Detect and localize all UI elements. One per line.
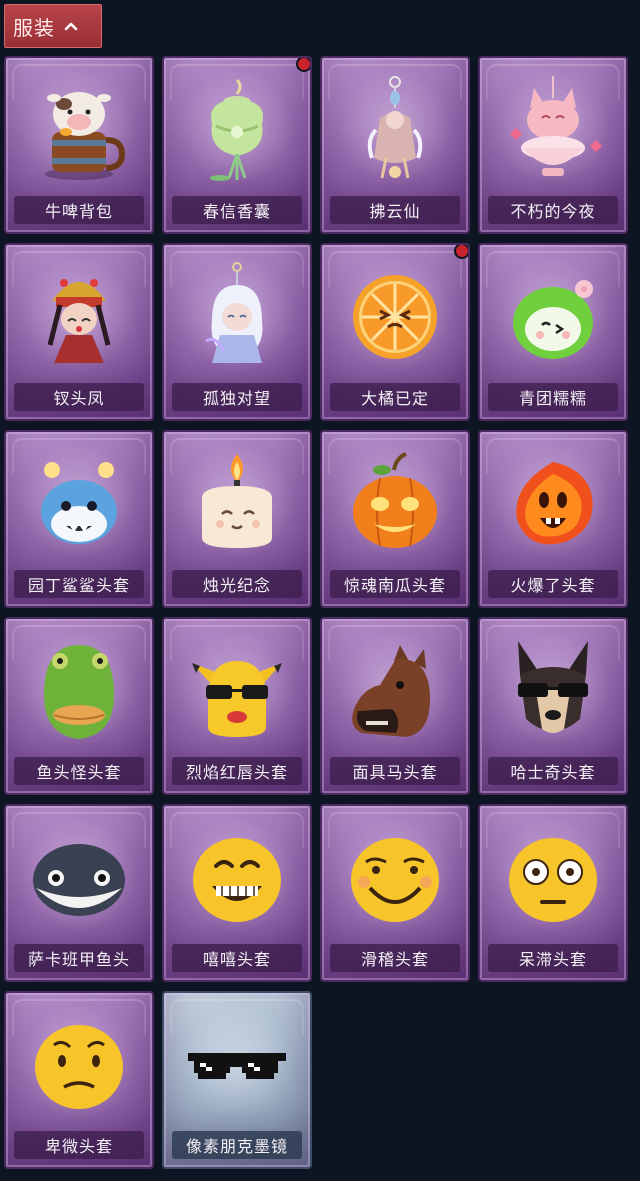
costume-card[interactable]: 园丁鲨鲨头套 xyxy=(4,430,154,608)
costume-card[interactable]: 火爆了头套 xyxy=(478,430,628,608)
costume-label: 呆滞头套 xyxy=(518,950,587,969)
costume-card[interactable]: 呆滞头套 xyxy=(478,804,628,982)
orange-slice-icon xyxy=(340,261,450,373)
costume-label: 鱼头怪头套 xyxy=(36,763,122,782)
costume-card[interactable]: 鱼头怪头套 xyxy=(4,617,154,795)
costume-card[interactable]: 春信香囊 xyxy=(162,56,312,234)
costume-label: 像素朋克墨镜 xyxy=(185,1137,288,1156)
costume-label: 拂云仙 xyxy=(369,202,421,221)
costume-card[interactable]: 萨卡班甲鱼头 xyxy=(4,804,154,982)
costume-label: 钗头凤 xyxy=(53,389,105,408)
costume-label: 园丁鲨鲨头套 xyxy=(27,576,130,595)
category-header-button[interactable]: 服装 xyxy=(4,4,102,48)
costume-label: 嘻嘻头套 xyxy=(202,950,271,969)
cow-beer-backpack-icon xyxy=(24,74,134,186)
horse-mask-icon xyxy=(340,635,450,747)
green-rice-ball-icon xyxy=(498,261,608,373)
husky-mask-icon xyxy=(498,635,608,747)
costume-label: 哈士奇头套 xyxy=(510,763,596,782)
pink-cat-bowl-icon xyxy=(498,74,608,186)
costume-label: 滑稽头套 xyxy=(360,950,429,969)
shark-head-icon xyxy=(24,448,134,560)
category-title: 服装 xyxy=(13,15,55,40)
pixel-sunglasses-icon xyxy=(182,1009,292,1121)
costume-card[interactable]: 哈士奇头套 xyxy=(478,617,628,795)
costume-card[interactable]: 钗头凤 xyxy=(4,243,154,421)
fairy-charm-icon xyxy=(340,74,450,186)
costume-label: 牛啤背包 xyxy=(44,202,113,221)
fire-head-icon xyxy=(498,448,608,560)
costume-label: 大橘已定 xyxy=(360,389,429,408)
grin-emoji-icon xyxy=(182,822,292,934)
costume-card[interactable]: 像素朋克墨镜 xyxy=(162,991,312,1169)
costume-card[interactable]: 滑稽头套 xyxy=(320,804,470,982)
costume-label: 春信香囊 xyxy=(202,202,271,221)
costume-label: 火爆了头套 xyxy=(510,576,596,595)
costume-label: 孤独对望 xyxy=(202,389,271,408)
pumpkin-head-icon xyxy=(340,448,450,560)
costume-label: 面具马头套 xyxy=(352,763,438,782)
white-hair-doll-icon xyxy=(182,261,292,373)
costume-card[interactable]: 面具马头套 xyxy=(320,617,470,795)
costume-label: 萨卡班甲鱼头 xyxy=(27,950,130,969)
costume-card[interactable]: 卑微头套 xyxy=(4,991,154,1169)
costume-grid: 牛啤背包 春信香囊 拂云仙 不朽的今夜 钗头凤 孤独对望 大橘已定 青团糯糯 园… xyxy=(4,56,628,1169)
smirk-emoji-icon xyxy=(340,822,450,934)
timid-emoji-icon xyxy=(24,1009,134,1121)
costume-card[interactable]: 烛光纪念 xyxy=(162,430,312,608)
yellow-mask-icon xyxy=(182,635,292,747)
fish-head-icon xyxy=(24,822,134,934)
costume-card[interactable]: 拂云仙 xyxy=(320,56,470,234)
candle-head-icon xyxy=(182,448,292,560)
chevron-up-icon xyxy=(63,18,79,34)
costume-label: 不朽的今夜 xyxy=(510,202,596,221)
costume-label: 卑微头套 xyxy=(44,1137,113,1156)
fish-mask-icon xyxy=(24,635,134,747)
costume-label: 惊魂南瓜头套 xyxy=(343,576,446,595)
costume-card[interactable]: 惊魂南瓜头套 xyxy=(320,430,470,608)
costume-card[interactable]: 青团糯糯 xyxy=(478,243,628,421)
new-badge xyxy=(454,245,468,259)
new-badge xyxy=(296,58,310,72)
opera-doll-icon xyxy=(24,261,134,373)
costume-card[interactable]: 烈焰红唇头套 xyxy=(162,617,312,795)
costume-label: 烛光纪念 xyxy=(202,576,271,595)
costume-card[interactable]: 不朽的今夜 xyxy=(478,56,628,234)
costume-label: 青团糯糯 xyxy=(518,389,587,408)
costume-card[interactable]: 孤独对望 xyxy=(162,243,312,421)
green-sachet-icon xyxy=(182,74,292,186)
costume-card[interactable]: 大橘已定 xyxy=(320,243,470,421)
costume-card[interactable]: 嘻嘻头套 xyxy=(162,804,312,982)
costume-label: 烈焰红唇头套 xyxy=(185,763,288,782)
stare-emoji-icon xyxy=(498,822,608,934)
costume-card[interactable]: 牛啤背包 xyxy=(4,56,154,234)
